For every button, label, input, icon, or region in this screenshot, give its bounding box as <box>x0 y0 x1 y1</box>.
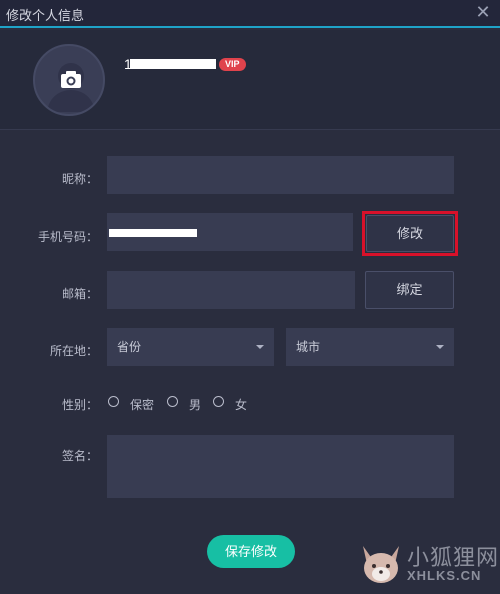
gender-option-secret: 保密 <box>130 398 155 412</box>
email-input[interactable] <box>107 271 355 309</box>
signature-textarea[interactable] <box>107 435 454 498</box>
close-icon[interactable]: ✕ <box>474 3 492 21</box>
watermark: 小狐狸网 XHLKS.CN <box>357 538 500 594</box>
city-selected: 城市 <box>296 340 321 354</box>
user-silhouette-icon <box>47 63 95 112</box>
fox-logo-icon <box>363 546 399 583</box>
title-bar: 修改个人信息 ✕ <box>0 0 500 28</box>
location-label: 所在地： <box>49 344 98 358</box>
watermark-en: XHLKS.CN <box>407 568 482 583</box>
nickname-input[interactable] <box>107 156 454 194</box>
gender-radio-male[interactable] <box>167 396 178 407</box>
email-label: 邮箱： <box>61 287 98 301</box>
email-bind-button[interactable]: 绑定 <box>365 271 454 309</box>
chevron-down-icon <box>436 345 444 349</box>
avatar[interactable] <box>33 44 105 116</box>
gender-option-female: 女 <box>235 398 248 412</box>
window-title: 修改个人信息 <box>6 8 85 23</box>
province-select[interactable]: 省份 <box>107 328 274 366</box>
gender-label: 性别： <box>61 398 98 412</box>
phone-mask <box>109 229 197 237</box>
chevron-down-icon <box>256 345 264 349</box>
gender-radio-secret[interactable] <box>108 396 119 407</box>
gender-radio-female[interactable] <box>213 396 224 407</box>
save-button[interactable]: 保存修改 <box>207 535 295 568</box>
signature-label: 签名： <box>61 449 98 463</box>
gender-option-male: 男 <box>189 398 202 412</box>
username-mask <box>130 59 216 69</box>
phone-field <box>107 213 353 251</box>
username: 1 <box>124 56 216 72</box>
profile-header: 1 VIP <box>0 30 500 130</box>
phone-edit-button[interactable]: 修改 <box>366 215 454 252</box>
nickname-label: 昵称： <box>61 172 98 186</box>
phone-label: 手机号码： <box>37 230 98 244</box>
city-select[interactable]: 城市 <box>286 328 454 366</box>
vip-badge: VIP <box>219 58 246 71</box>
province-selected: 省份 <box>117 340 142 354</box>
